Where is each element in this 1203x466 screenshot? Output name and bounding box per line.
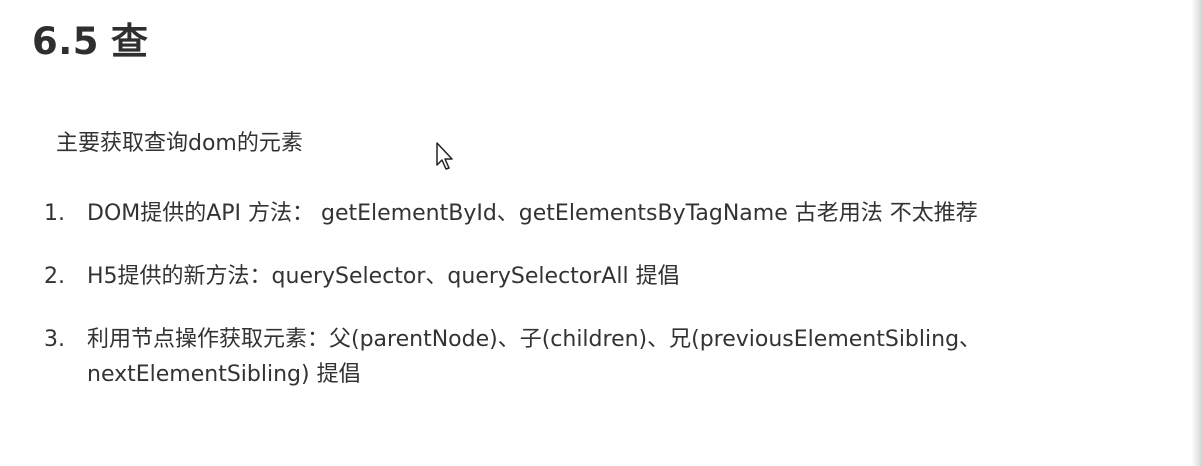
- list-item-line: nextElementSibling) 提倡: [87, 362, 361, 387]
- list-item-number: 2.: [44, 264, 65, 289]
- list-item: 2. H5提供的新方法：querySelector、querySelectorA…: [44, 259, 1164, 294]
- list-item-line: 利用节点操作获取元素：父(parentNode)、子(children)、兄(p…: [87, 327, 982, 352]
- list-item: 3. 利用节点操作获取元素：父(parentNode)、子(children)、…: [44, 322, 1164, 392]
- intro-text: 主要获取查询dom的元素: [56, 131, 303, 156]
- list-item: 1. DOM提供的API 方法： getElementById、getEleme…: [44, 196, 1164, 231]
- list-item-text: DOM提供的API 方法： getElementById、getElements…: [87, 196, 1164, 231]
- list-item-number: 1.: [44, 201, 65, 226]
- method-list: 1. DOM提供的API 方法： getElementById、getEleme…: [44, 196, 1164, 420]
- section-number: 6.5: [32, 20, 100, 63]
- mouse-pointer-icon: [435, 141, 455, 171]
- list-item-number: 3.: [44, 327, 65, 352]
- section-title: 查: [111, 20, 149, 63]
- list-item-line: H5提供的新方法：querySelector、querySelectorAll …: [87, 264, 680, 289]
- list-item-text: 利用节点操作获取元素：父(parentNode)、子(children)、兄(p…: [87, 322, 1164, 392]
- window-edge-shadow: [1191, 0, 1203, 466]
- list-item-line: DOM提供的API 方法： getElementById、getElements…: [87, 201, 978, 226]
- section-heading: 6.5 查: [32, 14, 149, 70]
- list-item-text: H5提供的新方法：querySelector、querySelectorAll …: [87, 259, 1164, 294]
